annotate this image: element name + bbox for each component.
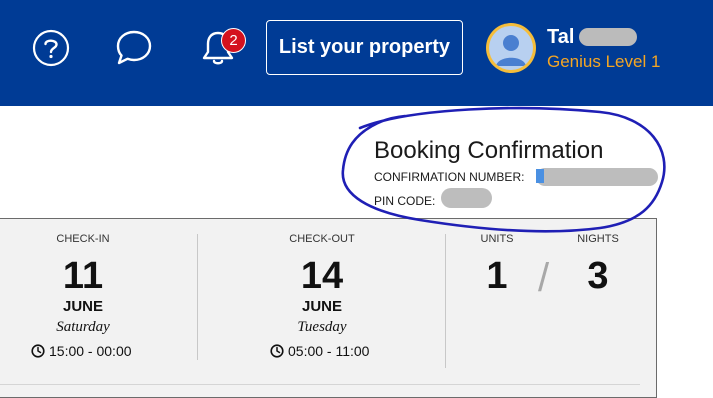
checkin-time: 15:00 - 00:00: [31, 343, 132, 359]
help-icon[interactable]: [31, 28, 71, 68]
column-divider: [445, 234, 446, 368]
column-divider: [197, 234, 198, 360]
units-nights-separator: /: [538, 256, 550, 300]
nights-value: 3: [587, 255, 609, 297]
checkin-time-text: 15:00 - 00:00: [49, 343, 132, 359]
user-avatar-icon[interactable]: [486, 23, 536, 73]
checkout-time: 05:00 - 11:00: [270, 343, 369, 359]
checkout-label: CHECK-OUT: [289, 233, 355, 245]
checkin-weekday: Saturday: [56, 319, 110, 335]
redacted-confirmation-number: [536, 168, 658, 186]
redacted-pin-code: [441, 188, 492, 208]
units-value: 1: [486, 255, 508, 297]
checkin-month: JUNE: [62, 298, 103, 315]
units-label: UNITS: [480, 233, 514, 245]
checkin-label: CHECK-IN: [56, 233, 110, 245]
checkout-month: JUNE: [301, 298, 342, 315]
genius-level: Genius Level 1: [547, 52, 661, 71]
nights-label: NIGHTS: [577, 233, 619, 245]
confirmation-number-label: CONFIRMATION NUMBER:: [374, 170, 525, 184]
chat-icon[interactable]: [114, 28, 154, 68]
confirmation-number-fragment: [536, 169, 544, 183]
pin-code-label: PIN CODE:: [374, 194, 436, 208]
user-name[interactable]: Tal: [547, 26, 574, 49]
clock-icon: [31, 344, 45, 358]
notification-badge: 2: [221, 28, 246, 53]
card-divider: [0, 384, 640, 385]
redacted-last-name: [579, 28, 637, 46]
checkout-weekday: Tuesday: [297, 319, 347, 335]
checkout-day: 14: [300, 255, 344, 297]
checkout-time-text: 05:00 - 11:00: [288, 343, 370, 359]
booking-confirmation-title: Booking Confirmation: [374, 137, 604, 164]
checkin-day: 11: [62, 255, 104, 297]
clock-icon: [270, 344, 284, 358]
list-property-button[interactable]: List your property: [266, 20, 463, 75]
